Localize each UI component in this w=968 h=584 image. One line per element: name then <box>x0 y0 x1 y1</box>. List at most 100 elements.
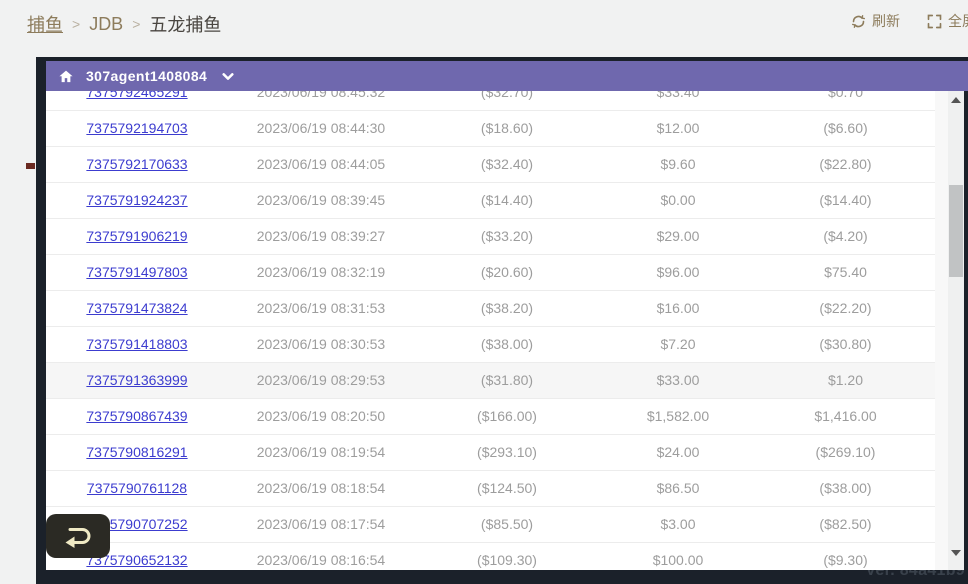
record-win: $12.00 <box>600 110 756 146</box>
breadcrumb-separator: > <box>72 16 80 32</box>
panel-body: 7375792465291 2023/06/19 08:45:32 ($32.7… <box>46 91 964 570</box>
record-id-link[interactable]: 7375790761128 <box>87 480 187 496</box>
fullscreen-button[interactable]: 全屏 <box>927 11 968 31</box>
record-win: $96.00 <box>600 254 756 290</box>
record-win: $100.00 <box>600 542 756 570</box>
record-bet: ($18.60) <box>414 110 600 146</box>
home-icon[interactable] <box>58 69 74 84</box>
record-bet: ($32.70) <box>414 91 600 110</box>
record-bet: ($293.10) <box>414 434 600 470</box>
record-net: ($4.20) <box>756 218 935 254</box>
refresh-button[interactable]: 刷新 <box>851 11 900 31</box>
backdrop-artifact <box>26 163 35 169</box>
record-id-link[interactable]: 7375792170633 <box>86 156 187 172</box>
record-win: $7.20 <box>600 326 756 362</box>
record-net: $75.40 <box>756 254 935 290</box>
record-id-link[interactable]: 7375790867439 <box>86 408 187 424</box>
record-id-link[interactable]: 7375791473824 <box>86 300 187 316</box>
record-bet: ($14.40) <box>414 182 600 218</box>
topbar-actions: 刷新 全屏 <box>851 11 968 31</box>
record-bet: ($32.40) <box>414 146 600 182</box>
scrollbar-down-arrow[interactable] <box>951 550 961 556</box>
record-time: 2023/06/19 08:44:30 <box>228 110 414 146</box>
fullscreen-label: 全屏 <box>948 11 968 31</box>
scrollbar-up-arrow[interactable] <box>951 97 961 103</box>
table-row: 7375791924237 2023/06/19 08:39:45 ($14.4… <box>46 182 935 218</box>
record-net: ($14.40) <box>756 182 935 218</box>
record-time: 2023/06/19 08:44:05 <box>228 146 414 182</box>
record-bet: ($31.80) <box>414 362 600 398</box>
breadcrumb: 捕鱼 > JDB > 五龙捕鱼 <box>27 11 221 37</box>
record-time: 2023/06/19 08:31:53 <box>228 290 414 326</box>
record-time: 2023/06/19 08:45:32 <box>228 91 414 110</box>
agent-dropdown[interactable] <box>222 72 234 81</box>
record-time: 2023/06/19 08:39:45 <box>228 182 414 218</box>
record-id-link[interactable]: 7375790816291 <box>86 444 187 460</box>
record-win: $33.40 <box>600 91 756 110</box>
scrollbar-track[interactable] <box>948 91 964 570</box>
record-id-cell: 7375792194703 <box>46 110 228 146</box>
record-bet: ($20.60) <box>414 254 600 290</box>
record-id-cell: 7375791497803 <box>46 254 228 290</box>
record-id-link[interactable]: 7375791906219 <box>86 228 187 244</box>
record-bet: ($33.20) <box>414 218 600 254</box>
records-table: 7375792465291 2023/06/19 08:45:32 ($32.7… <box>46 91 935 570</box>
table-row: 7375791473824 2023/06/19 08:31:53 ($38.2… <box>46 290 935 326</box>
record-id-link[interactable]: 7375791418803 <box>86 336 187 352</box>
record-time: 2023/06/19 08:17:54 <box>228 506 414 542</box>
breadcrumb-item-fishing[interactable]: 捕鱼 <box>27 11 63 37</box>
record-id-link[interactable]: 7375792465291 <box>86 91 187 100</box>
chevron-down-icon <box>222 72 234 81</box>
record-time: 2023/06/19 08:18:54 <box>228 470 414 506</box>
record-time: 2023/06/19 08:19:54 <box>228 434 414 470</box>
table-row: 7375790652132 2023/06/19 08:16:54 ($109.… <box>46 542 935 570</box>
record-net: $1.20 <box>756 362 935 398</box>
return-arrow-icon <box>61 523 95 549</box>
record-win: $1,582.00 <box>600 398 756 434</box>
page: 捕鱼 > JDB > 五龙捕鱼 刷新 全屏 <box>0 0 968 584</box>
record-id-link[interactable]: 7375791363999 <box>86 372 187 388</box>
breadcrumb-separator: > <box>132 16 140 32</box>
record-net: ($82.50) <box>756 506 935 542</box>
record-time: 2023/06/19 08:16:54 <box>228 542 414 570</box>
record-net: ($6.60) <box>756 110 935 146</box>
record-id-link[interactable]: 7375792194703 <box>86 120 187 136</box>
record-win: $0.00 <box>600 182 756 218</box>
record-bet: ($85.50) <box>414 506 600 542</box>
record-win: $86.50 <box>600 470 756 506</box>
records-table-viewport: 7375792465291 2023/06/19 08:45:32 ($32.7… <box>46 91 935 570</box>
record-id-cell: 7375791906219 <box>46 218 228 254</box>
record-bet: ($124.50) <box>414 470 600 506</box>
record-id-cell: 7375791924237 <box>46 182 228 218</box>
record-time: 2023/06/19 08:39:27 <box>228 218 414 254</box>
table-row: 7375791906219 2023/06/19 08:39:27 ($33.2… <box>46 218 935 254</box>
record-id-cell: 7375792465291 <box>46 91 228 110</box>
vertical-scrollbar[interactable] <box>935 91 964 570</box>
fullscreen-icon <box>927 14 942 29</box>
scrollbar-thumb[interactable] <box>949 185 963 277</box>
record-net: $1,416.00 <box>756 398 935 434</box>
record-net: ($9.30) <box>756 542 935 570</box>
table-row: 7375791363999 2023/06/19 08:29:53 ($31.8… <box>46 362 935 398</box>
record-net: ($22.20) <box>756 290 935 326</box>
record-id-link[interactable]: 7375791497803 <box>86 264 187 280</box>
record-win: $29.00 <box>600 218 756 254</box>
record-bet: ($38.00) <box>414 326 600 362</box>
return-button[interactable] <box>46 514 110 558</box>
record-net: ($30.80) <box>756 326 935 362</box>
table-row: 7375791497803 2023/06/19 08:32:19 ($20.6… <box>46 254 935 290</box>
record-id-cell: 7375792170633 <box>46 146 228 182</box>
record-win: $33.00 <box>600 362 756 398</box>
breadcrumb-item-jdb[interactable]: JDB <box>89 14 123 35</box>
record-net: ($269.10) <box>756 434 935 470</box>
table-row: 7375792170633 2023/06/19 08:44:05 ($32.4… <box>46 146 935 182</box>
record-net: ($22.80) <box>756 146 935 182</box>
record-id-cell: 7375790761128 <box>46 470 228 506</box>
refresh-label: 刷新 <box>872 11 900 31</box>
record-bet: ($38.20) <box>414 290 600 326</box>
record-time: 2023/06/19 08:20:50 <box>228 398 414 434</box>
record-win: $16.00 <box>600 290 756 326</box>
record-id-link[interactable]: 7375791924237 <box>86 192 187 208</box>
record-id-cell: 7375791473824 <box>46 290 228 326</box>
record-win: $9.60 <box>600 146 756 182</box>
